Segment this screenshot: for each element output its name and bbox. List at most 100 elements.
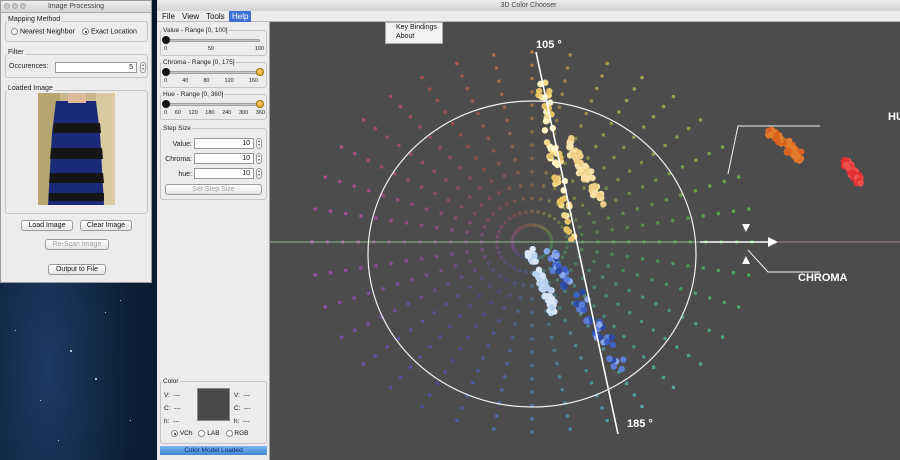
grid-dot bbox=[428, 135, 432, 139]
grid-dot bbox=[600, 275, 605, 279]
zoom-window-icon[interactable] bbox=[20, 3, 26, 9]
radio-icon[interactable] bbox=[198, 430, 206, 437]
menu-view[interactable]: View bbox=[179, 11, 202, 22]
set-step-size-button[interactable]: Set Step Size bbox=[165, 184, 262, 195]
chroma-slider-track[interactable] bbox=[165, 71, 260, 74]
filter-label: Filter bbox=[7, 49, 25, 56]
grid-dot bbox=[512, 213, 517, 218]
grid-dot bbox=[536, 210, 540, 214]
grid-dot bbox=[580, 232, 584, 237]
close-window-icon[interactable] bbox=[4, 3, 10, 9]
grid-dot bbox=[487, 196, 492, 201]
radio-selected-icon[interactable] bbox=[171, 430, 178, 437]
hue-slider-max-knob[interactable] bbox=[256, 100, 264, 108]
radio-selected-icon[interactable] bbox=[82, 28, 89, 35]
grid-dot bbox=[460, 406, 464, 410]
step-hue-field[interactable]: 10 bbox=[194, 168, 254, 179]
minimize-window-icon[interactable] bbox=[12, 3, 18, 9]
clear-image-button[interactable]: Clear Image bbox=[80, 220, 132, 231]
grid-dot bbox=[563, 318, 567, 323]
menu-item-about[interactable]: About bbox=[386, 32, 442, 41]
grid-dot bbox=[616, 177, 620, 182]
grid-dot bbox=[701, 214, 705, 218]
grid-dot bbox=[495, 234, 500, 239]
step-chroma-field[interactable]: 10 bbox=[194, 153, 254, 164]
step-value-field[interactable]: 10 bbox=[194, 138, 254, 149]
grid-dot bbox=[492, 427, 496, 431]
grid-dot bbox=[339, 335, 344, 339]
grid-dot bbox=[398, 375, 403, 380]
step-chroma-stepper[interactable]: ▴ ▾ bbox=[256, 153, 262, 164]
grid-dot bbox=[385, 135, 389, 139]
model-vch-radio[interactable]: VCh bbox=[171, 430, 192, 437]
grid-dot bbox=[530, 103, 534, 107]
step-size-label: Step Size bbox=[162, 125, 192, 132]
chroma-slider-max-knob[interactable] bbox=[256, 68, 264, 76]
grid-dot bbox=[418, 125, 423, 129]
grid-dot bbox=[530, 350, 534, 355]
color-point bbox=[535, 87, 543, 95]
grid-dot bbox=[707, 328, 711, 333]
window-controls[interactable] bbox=[4, 3, 26, 9]
grid-dot bbox=[410, 202, 414, 207]
occurrences-stepper[interactable]: ▴ ▾ bbox=[140, 62, 146, 73]
grid-dot bbox=[563, 250, 567, 255]
grid-dot bbox=[374, 264, 378, 268]
model-lab-radio[interactable]: LAB bbox=[198, 430, 220, 437]
grid-dot bbox=[632, 345, 636, 349]
value-slider-knob[interactable] bbox=[162, 36, 170, 44]
grid-dot bbox=[467, 195, 472, 199]
grid-dot bbox=[720, 145, 725, 149]
chroma-slider-min-knob[interactable] bbox=[162, 68, 170, 76]
menu-tools[interactable]: Tools bbox=[203, 11, 228, 22]
image-processing-titlebar[interactable]: Image Processing bbox=[1, 1, 151, 13]
hue-slider-min-knob[interactable] bbox=[162, 100, 170, 108]
nearest-neighbor-radio[interactable]: Nearest Neighbor bbox=[11, 28, 75, 35]
hue-slider-track[interactable] bbox=[165, 103, 260, 106]
grid-dot bbox=[568, 331, 573, 335]
step-value-stepper[interactable]: ▴ ▾ bbox=[256, 138, 262, 149]
radio-icon[interactable] bbox=[11, 28, 18, 35]
exact-location-radio[interactable]: Exact Location bbox=[82, 28, 137, 35]
load-image-button[interactable]: Load Image bbox=[21, 220, 73, 231]
color-point bbox=[588, 168, 595, 175]
output-to-file-button[interactable]: Output to File bbox=[48, 264, 106, 275]
occurrences-field[interactable]: 5 bbox=[55, 62, 137, 73]
grid-dot bbox=[694, 321, 698, 326]
radio-icon[interactable] bbox=[225, 430, 233, 437]
color-space-3d-view[interactable]: 105 ° 185 ° HUE CHROMA bbox=[270, 22, 900, 460]
grid-dot bbox=[746, 207, 751, 211]
step-hue-stepper[interactable]: ▴ ▾ bbox=[256, 168, 262, 179]
grid-dot bbox=[491, 268, 495, 272]
grid-dot bbox=[570, 179, 575, 183]
grid-dot bbox=[474, 156, 478, 160]
grid-dot bbox=[510, 335, 515, 340]
grid-dot bbox=[640, 185, 645, 189]
grid-dot bbox=[549, 335, 554, 340]
grid-dot bbox=[513, 322, 517, 327]
grid-dot bbox=[679, 287, 683, 291]
grid-dot bbox=[579, 124, 583, 128]
grid-dot bbox=[465, 250, 469, 254]
grid-dot bbox=[625, 225, 630, 230]
grid-dot bbox=[438, 334, 442, 339]
menu-help[interactable]: Help bbox=[229, 11, 252, 22]
rescan-image-button[interactable]: Re-Scan Image bbox=[45, 239, 109, 250]
grid-dot bbox=[435, 381, 440, 386]
grid-dot bbox=[530, 310, 534, 315]
grid-dot bbox=[516, 171, 520, 175]
grid-dot bbox=[565, 414, 570, 418]
color-point bbox=[542, 292, 549, 300]
grid-dot bbox=[450, 228, 454, 232]
model-rgb-radio[interactable]: RGB bbox=[225, 430, 248, 437]
grid-dot bbox=[693, 291, 698, 296]
grid-dot bbox=[408, 365, 413, 370]
grid-dot bbox=[530, 390, 534, 394]
grid-dot bbox=[671, 261, 675, 266]
color-point bbox=[561, 212, 568, 219]
grid-dot bbox=[614, 198, 618, 202]
menu-file[interactable]: File bbox=[159, 11, 178, 22]
grid-dot bbox=[446, 282, 450, 286]
value-slider-track[interactable] bbox=[165, 39, 260, 42]
menu-item-key-bindings[interactable]: Key Bindings bbox=[386, 23, 442, 32]
